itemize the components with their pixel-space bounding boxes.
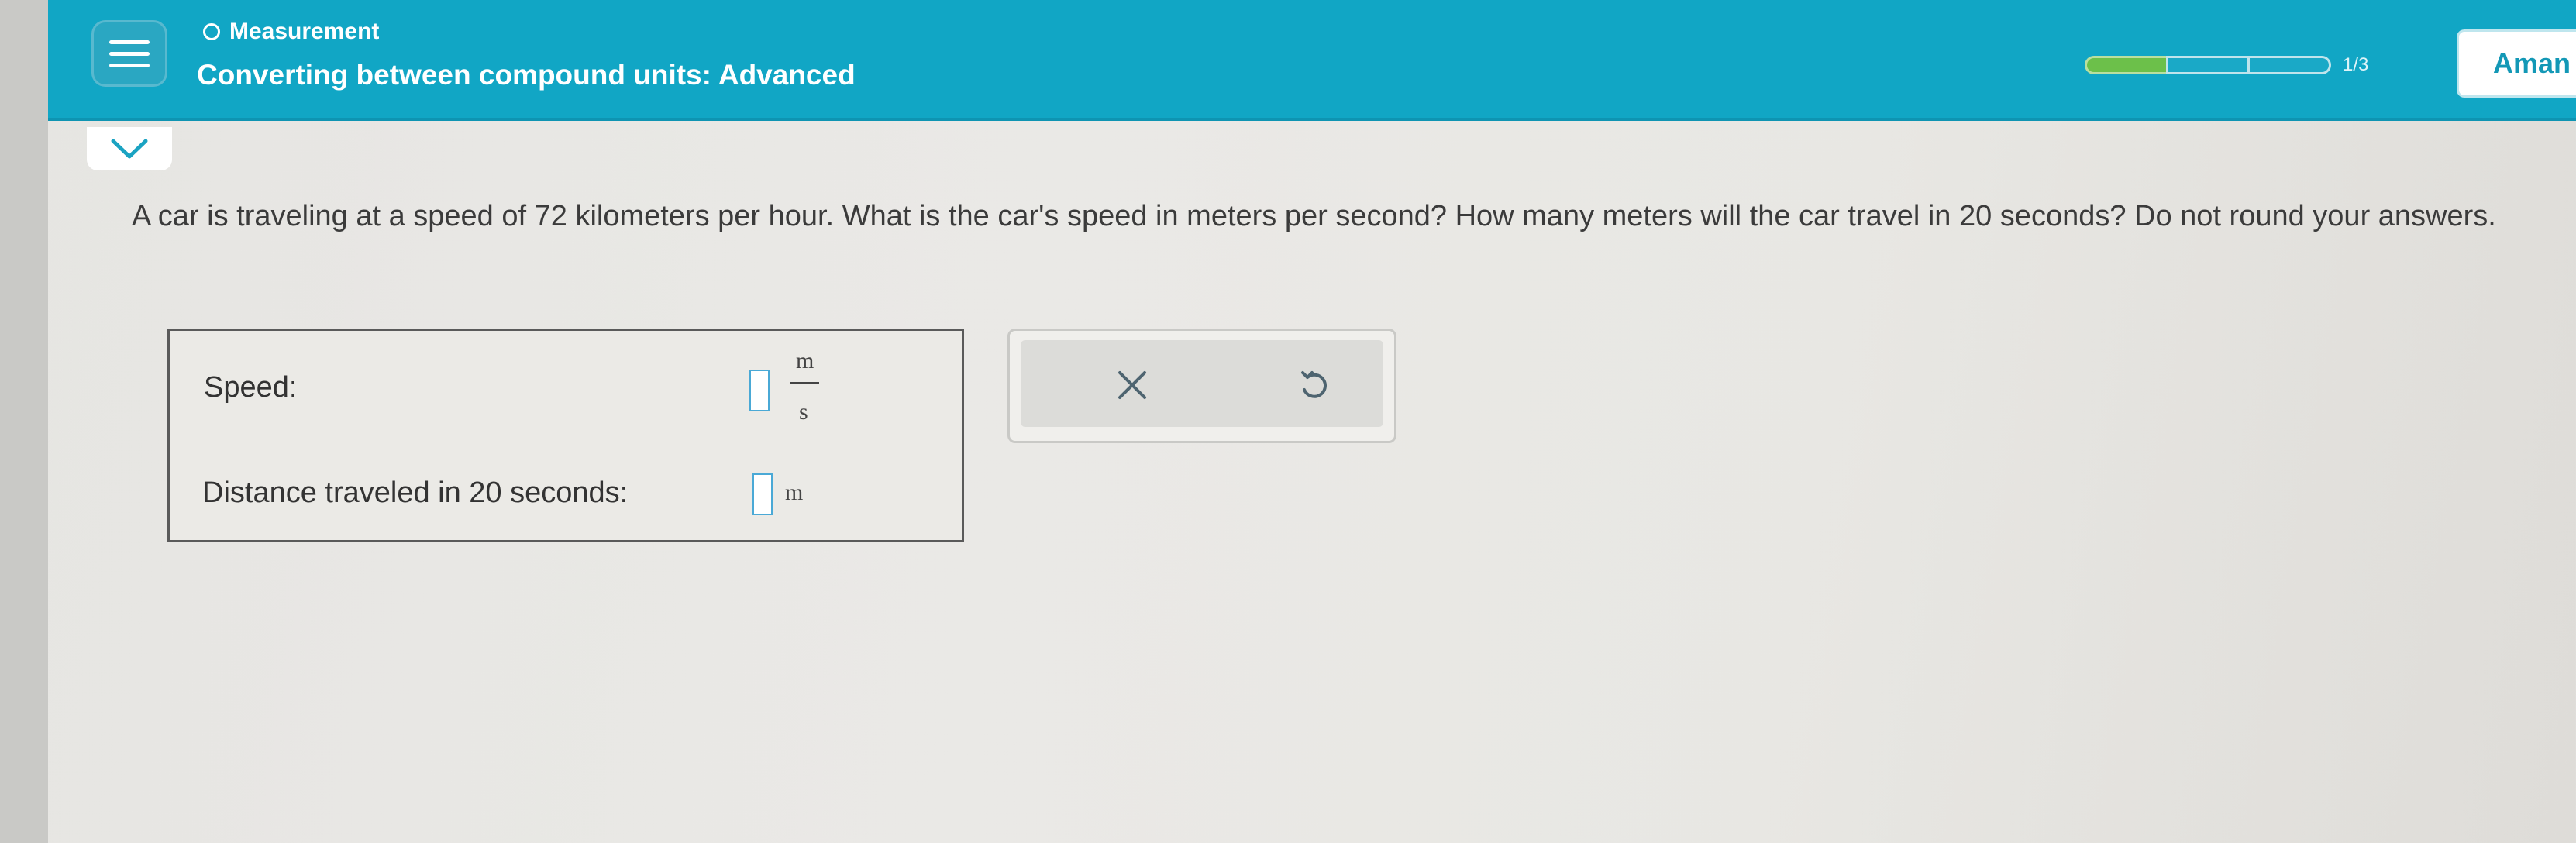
collapse-button[interactable] xyxy=(87,127,172,170)
answer-panel: Speed: m s Distance traveled in 20 secon… xyxy=(167,329,964,542)
speed-unit-numerator: m xyxy=(796,348,814,373)
progress-segment-complete xyxy=(2085,56,2168,74)
distance-unit: m xyxy=(785,480,804,505)
user-account-button[interactable]: Aman xyxy=(2457,29,2576,98)
speed-input[interactable] xyxy=(749,370,770,411)
chevron-down-icon xyxy=(111,139,148,159)
screen-bezel xyxy=(0,0,48,843)
undo-button[interactable] xyxy=(1283,354,1345,416)
close-icon xyxy=(1118,371,1146,399)
progress-indicator: 1/3 xyxy=(2085,54,2368,76)
distance-input[interactable] xyxy=(752,473,773,515)
menu-button[interactable] xyxy=(91,20,167,87)
speed-label: Speed: xyxy=(204,371,298,404)
action-buttons xyxy=(1021,340,1383,427)
progress-count: 1/3 xyxy=(2343,54,2369,75)
menu-line xyxy=(109,40,150,44)
fraction-bar xyxy=(790,382,819,384)
topic-row: Measurement xyxy=(203,19,379,45)
progress-segment xyxy=(2247,56,2331,74)
menu-line xyxy=(109,63,150,67)
menu-line xyxy=(109,51,150,56)
topic-label: Measurement xyxy=(229,19,380,44)
lesson-title: Converting between compound units: Advan… xyxy=(197,59,856,91)
undo-icon xyxy=(1301,371,1327,398)
clear-button[interactable] xyxy=(1101,354,1163,416)
progress-segment xyxy=(2166,56,2250,74)
topic-circle-icon xyxy=(203,23,220,40)
question-text: A car is traveling at a speed of 72 kilo… xyxy=(132,200,2496,232)
top-header: Measurement Converting between compound … xyxy=(48,0,2576,121)
speed-unit-denominator: s xyxy=(799,399,808,425)
action-panel xyxy=(1007,329,1396,443)
distance-label: Distance traveled in 20 seconds: xyxy=(202,477,629,509)
